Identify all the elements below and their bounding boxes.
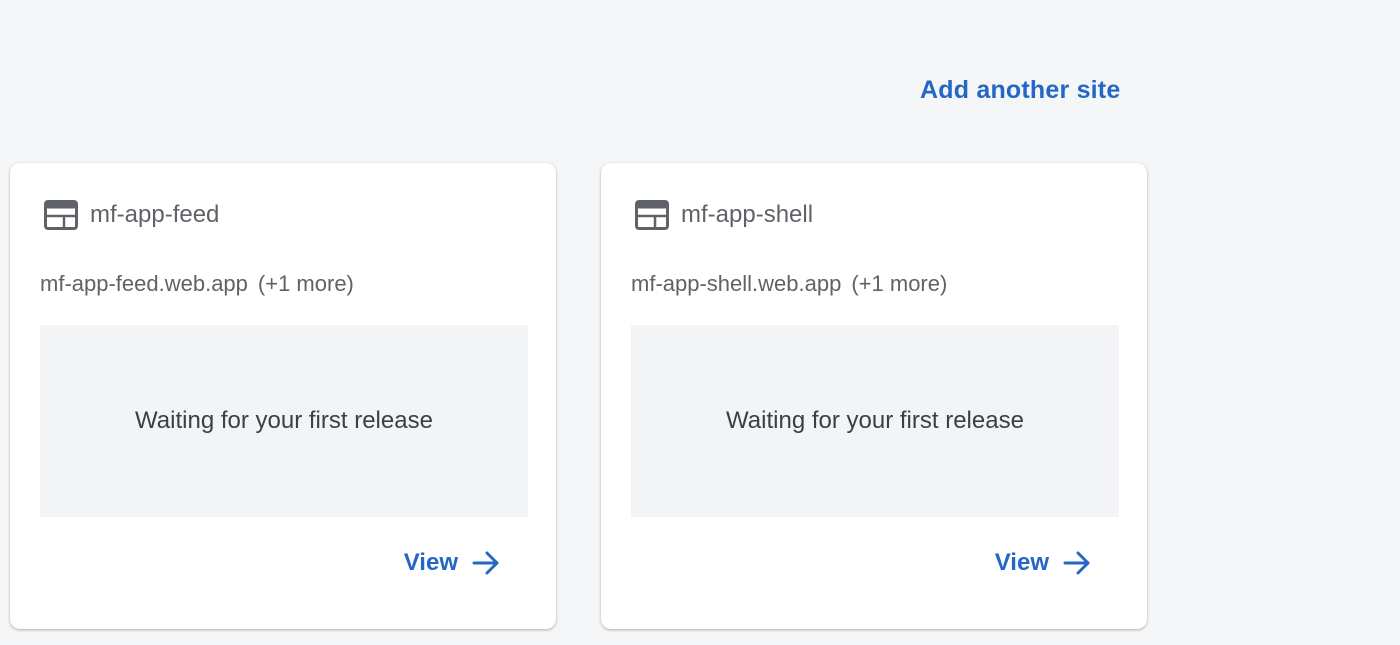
- arrow-right-icon: [472, 549, 500, 577]
- site-url[interactable]: mf-app-feed.web.app: [40, 271, 248, 296]
- site-url-row: mf-app-feed.web.app (+1 more): [40, 271, 354, 297]
- view-button-label: View: [403, 549, 458, 576]
- site-url-row: mf-app-shell.web.app (+1 more): [631, 271, 947, 297]
- site-name: mf-app-shell: [681, 201, 814, 228]
- release-status: Waiting for your first release: [726, 407, 1024, 434]
- view-button-label: View: [994, 549, 1049, 576]
- site-more-domains[interactable]: (+1 more): [258, 271, 354, 296]
- release-status: Waiting for your first release: [135, 407, 433, 434]
- web-layout-icon: [635, 200, 669, 230]
- site-card-mf-app-shell: mf-app-shell mf-app-shell.web.app (+1 mor…: [601, 163, 1147, 629]
- add-another-site-link[interactable]: Add another site: [920, 76, 1120, 105]
- site-card-header: mf-app-feed: [44, 200, 219, 230]
- site-more-domains[interactable]: (+1 more): [851, 271, 947, 296]
- release-preview: Waiting for your first release: [40, 325, 528, 517]
- view-button[interactable]: View: [995, 549, 1091, 577]
- site-url[interactable]: mf-app-shell.web.app: [631, 271, 841, 296]
- hosting-sites-page: Add another site mf-app-feed mf-app-feed…: [0, 0, 1400, 645]
- site-name: mf-app-feed: [90, 201, 220, 228]
- release-preview: Waiting for your first release: [631, 325, 1119, 517]
- site-card-mf-app-feed: mf-app-feed mf-app-feed.web.app (+1 more)…: [10, 163, 556, 629]
- arrow-right-icon: [1063, 549, 1091, 577]
- site-card-header: mf-app-shell: [635, 200, 813, 230]
- view-button[interactable]: View: [404, 549, 500, 577]
- web-layout-icon: [44, 200, 78, 230]
